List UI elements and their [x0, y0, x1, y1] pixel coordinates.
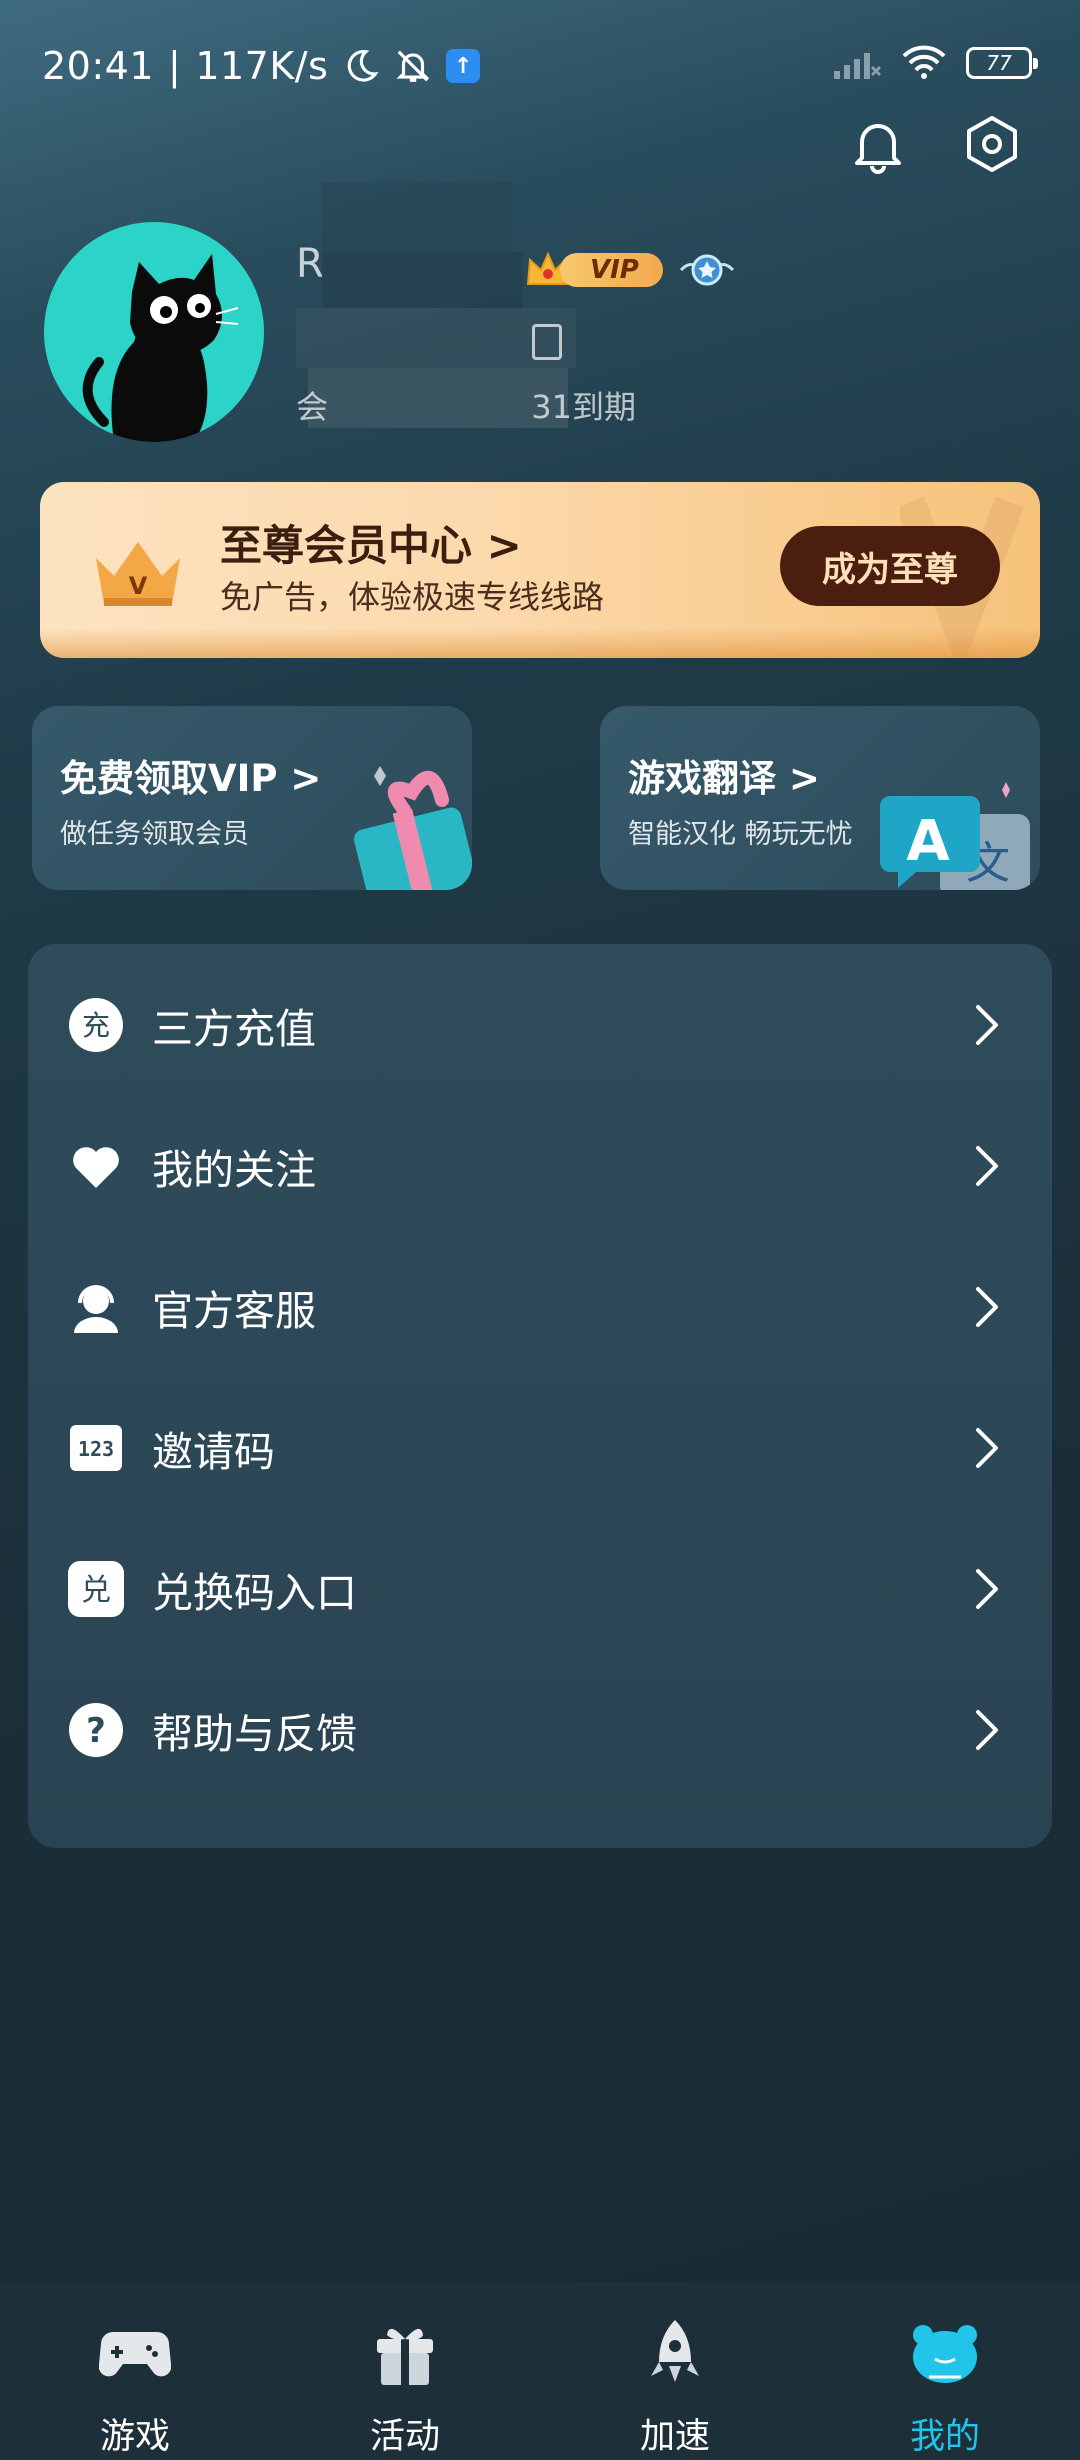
chevron-right-icon — [976, 1004, 998, 1045]
free-vip-subtitle: 做任务领取会员 — [60, 819, 249, 850]
vip-label: VIP — [560, 253, 663, 287]
gift-box-illustration — [353, 766, 472, 890]
svg-text:?: ? — [86, 1711, 106, 1751]
nav-label-activities: 活动 — [369, 2417, 440, 2457]
menu-item-help[interactable]: ? 帮助与反馈 — [28, 1659, 1052, 1800]
chevron-right-icon — [976, 1145, 998, 1186]
status-net-speed: 117K/s — [195, 44, 329, 88]
upload-icon: ↑ — [446, 49, 481, 83]
supreme-member-banner[interactable]: V 至尊会员中心 > 免广告，体验极速专线线路 成为至尊 — [40, 482, 1040, 658]
menu-label-customer-service: 官方客服 — [152, 1286, 316, 1335]
become-supreme-button[interactable]: 成为至尊 — [780, 526, 1000, 606]
svg-text:V: V — [129, 572, 148, 600]
status-bar: 20:41 | 117K/s ↑ 77 — [0, 0, 1080, 130]
nav-label-mine: 我的 — [909, 2417, 980, 2457]
redeem-icon: 兑 — [68, 1560, 124, 1617]
free-vip-card[interactable]: 免费领取VIP > 做任务领取会员 — [32, 706, 472, 890]
v-crown-icon: V — [96, 542, 180, 606]
menu-label-redeem: 兑换码入口 — [152, 1568, 357, 1617]
game-translate-title: 游戏翻译 > — [628, 757, 820, 800]
menu-item-recharge[interactable]: 充 三方充值 — [28, 954, 1052, 1095]
mascot-icon — [907, 2318, 983, 2390]
chevron-right-icon — [976, 1568, 998, 1609]
signal-icon — [834, 53, 882, 79]
bell-icon[interactable] — [846, 112, 910, 176]
free-vip-title: 免费领取VIP > — [60, 757, 322, 800]
black-cat-avatar-image — [82, 254, 239, 442]
menu-list: 充 三方充值 我的关注 官方客服 123 邀请码 兑 兑换码入口 ? 帮助与反馈 — [28, 944, 1052, 1848]
svg-text:充: 充 — [82, 1009, 110, 1042]
username-text: R — [296, 241, 324, 287]
rocket-icon — [637, 2318, 713, 2390]
status-left: 20:41 | 117K/s ↑ — [42, 44, 481, 88]
wifi-icon — [902, 45, 946, 79]
bell-muted-icon — [396, 50, 430, 82]
nav-label-games: 游戏 — [99, 2417, 170, 2457]
bottom-nav: 游戏 活动 加速 我的 — [0, 2282, 1080, 2460]
menu-item-follow[interactable]: 我的关注 — [28, 1095, 1052, 1236]
expire-text: 会 31到期 — [296, 382, 636, 428]
translate-illustration: 文 A — [880, 782, 1030, 890]
svg-text:A: A — [906, 809, 950, 874]
help-icon: ? — [68, 1702, 124, 1758]
chevron-right-icon — [976, 1709, 998, 1750]
status-separator: | — [168, 44, 182, 88]
menu-label-recharge: 三方充值 — [152, 1004, 316, 1053]
avatar[interactable] — [44, 222, 264, 442]
gamepad-icon — [97, 2318, 173, 2390]
gift-icon — [367, 2318, 443, 2390]
moon-icon — [348, 50, 379, 82]
menu-label-follow: 我的关注 — [152, 1145, 316, 1194]
chevron-right-icon — [976, 1427, 998, 1468]
id-copy-icon[interactable] — [532, 324, 562, 360]
expire-prefix: 会 — [296, 388, 329, 426]
vip-badge[interactable]: VIP — [522, 244, 737, 296]
status-right: 77 — [832, 44, 1038, 82]
game-translate-card[interactable]: 游戏翻译 > 智能汉化 畅玩无忧 文 A — [600, 706, 1040, 890]
rank-star-badge-icon — [679, 254, 734, 286]
status-time: 20:41 — [42, 44, 155, 88]
nav-tab-activities[interactable]: 活动 — [270, 2282, 540, 2460]
menu-label-help: 帮助与反馈 — [152, 1709, 357, 1758]
expire-suffix: 31到期 — [531, 388, 636, 426]
svg-text:123: 123 — [78, 1437, 114, 1461]
battery-indicator: 77 — [966, 47, 1038, 79]
chevron-right-icon — [976, 1286, 998, 1327]
menu-label-invite-code: 邀请码 — [152, 1427, 275, 1476]
supreme-title: 至尊会员中心 > — [220, 521, 522, 570]
username-blur-2 — [322, 252, 522, 308]
supreme-subtitle: 免广告，体验极速专线线路 — [220, 578, 605, 616]
game-translate-subtitle: 智能汉化 畅玩无忧 — [628, 819, 853, 850]
heart-icon — [68, 1138, 124, 1194]
nav-tab-mine[interactable]: 我的 — [810, 2282, 1080, 2460]
battery-level: 77 — [986, 51, 1012, 75]
customer-service-icon — [68, 1279, 124, 1335]
username-blur — [322, 182, 512, 252]
nav-tab-games[interactable]: 游戏 — [0, 2282, 270, 2460]
nav-label-accelerate: 加速 — [639, 2417, 710, 2457]
svg-text:兑: 兑 — [81, 1573, 111, 1608]
hexagon-settings-icon[interactable] — [960, 112, 1024, 176]
profile-info: R VIP 会 31到期 — [296, 182, 737, 432]
recharge-icon: 充 — [68, 997, 124, 1053]
header-actions — [846, 112, 1024, 176]
nav-tab-accelerate[interactable]: 加速 — [540, 2282, 810, 2460]
menu-item-customer-service[interactable]: 官方客服 — [28, 1236, 1052, 1377]
menu-item-redeem[interactable]: 兑 兑换码入口 — [28, 1518, 1052, 1659]
code-123-icon: 123 — [68, 1420, 124, 1476]
menu-item-invite-code[interactable]: 123 邀请码 — [28, 1377, 1052, 1518]
